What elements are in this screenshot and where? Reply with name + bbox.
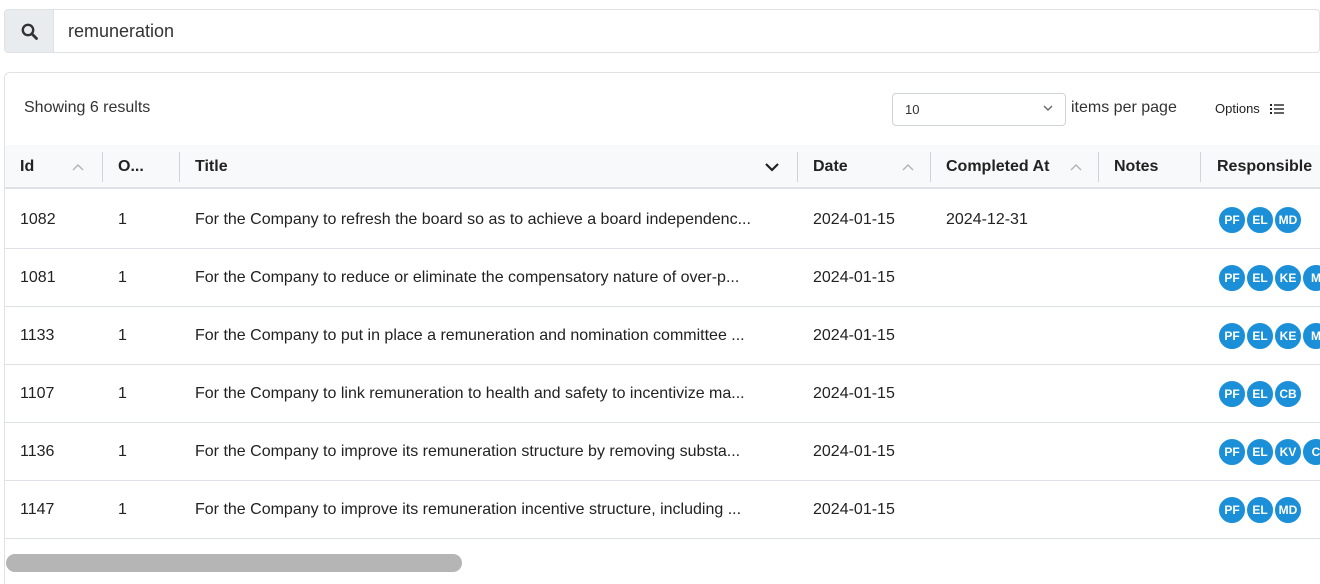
- items-per-page-label: items per page: [1071, 99, 1177, 116]
- search-bar: [4, 9, 1320, 53]
- cell-order: 1: [118, 327, 127, 344]
- avatar[interactable]: PF: [1217, 495, 1247, 525]
- column-header-title[interactable]: Title: [180, 145, 798, 189]
- cell-date: 2024-01-15: [813, 211, 895, 228]
- cell-completed-at: 2024-12-31: [946, 211, 1028, 228]
- responsible-avatars: PF EL MD: [1217, 191, 1303, 249]
- cell-order: 1: [118, 385, 127, 402]
- avatar[interactable]: EL: [1245, 263, 1275, 293]
- avatar[interactable]: EL: [1245, 379, 1275, 409]
- cell-date: 2024-01-15: [813, 501, 895, 518]
- cell-date: 2024-01-15: [813, 269, 895, 286]
- cell-title: For the Company to improve its remunerat…: [195, 443, 741, 460]
- cell-id: 1107: [20, 385, 55, 402]
- avatar[interactable]: PF: [1217, 379, 1247, 409]
- column-header-responsible[interactable]: Responsible: [1201, 145, 1320, 189]
- avatar[interactable]: KE: [1273, 263, 1303, 293]
- cell-id: 1081: [20, 269, 56, 286]
- responsible-avatars: PF EL KE M: [1217, 307, 1320, 365]
- avatar[interactable]: MD: [1273, 205, 1303, 235]
- column-header-title-label: Title: [195, 158, 228, 175]
- options-button[interactable]: Options: [1215, 101, 1284, 116]
- table-row[interactable]: 1081 1 For the Company to reduce or elimin…: [5, 249, 1320, 307]
- column-header-notes[interactable]: Notes: [1099, 145, 1201, 189]
- responsible-avatars: PF EL MD: [1217, 481, 1303, 539]
- table-row[interactable]: 1136 1 For the Company to improve its remu…: [5, 423, 1320, 481]
- avatar[interactable]: PF: [1217, 437, 1247, 467]
- responsible-avatars: PF EL CB: [1217, 365, 1303, 423]
- options-label: Options: [1215, 101, 1260, 116]
- cell-date: 2024-01-15: [813, 327, 895, 344]
- column-header-responsible-label: Responsible: [1217, 158, 1313, 175]
- results-panel: Showing 6 results 10 items per page Opti…: [4, 72, 1320, 584]
- list-icon: [1269, 103, 1284, 114]
- avatar[interactable]: M: [1301, 321, 1320, 351]
- cell-order: 1: [118, 269, 127, 286]
- avatar[interactable]: PF: [1217, 263, 1247, 293]
- sort-up-icon[interactable]: [901, 161, 915, 173]
- avatar[interactable]: EL: [1245, 437, 1275, 467]
- cell-date: 2024-01-15: [813, 385, 895, 402]
- cell-order: 1: [118, 211, 127, 228]
- column-header-id[interactable]: Id: [5, 145, 103, 189]
- column-header-completed-at-label: Completed At: [946, 158, 1050, 175]
- items-per-page-value: 10: [905, 102, 920, 117]
- cell-id: 1082: [20, 211, 56, 228]
- column-header-id-label: Id: [20, 158, 35, 175]
- avatar[interactable]: EL: [1245, 205, 1275, 235]
- cell-title: For the Company to refresh the board so …: [195, 211, 751, 228]
- avatar[interactable]: C: [1301, 437, 1320, 467]
- table-row[interactable]: 1107 1 For the Company to link remuneratio…: [5, 365, 1320, 423]
- avatar[interactable]: EL: [1245, 495, 1275, 525]
- horizontal-scrollbar[interactable]: [6, 554, 462, 572]
- responsible-avatars: PF EL KE M: [1217, 249, 1320, 307]
- column-header-date[interactable]: Date: [798, 145, 931, 189]
- cell-title: For the Company to link remuneration to …: [195, 385, 745, 402]
- cell-title: For the Company to reduce or eliminate t…: [195, 269, 740, 286]
- column-header-order-label: O...: [118, 158, 144, 175]
- cell-id: 1136: [20, 443, 55, 460]
- sort-up-icon[interactable]: [1069, 161, 1083, 173]
- search-input[interactable]: [54, 10, 1319, 52]
- search-button[interactable]: [5, 10, 54, 52]
- cell-order: 1: [118, 501, 127, 518]
- cell-title: For the Company to put in place a remune…: [195, 327, 745, 344]
- column-header-order[interactable]: O...: [103, 145, 180, 189]
- column-header-completed-at[interactable]: Completed At: [931, 145, 1099, 189]
- table-header: Id O... Title Date Completed At Notes Re…: [5, 145, 1320, 189]
- chevron-down-icon[interactable]: [764, 160, 780, 174]
- avatar[interactable]: KE: [1273, 321, 1303, 351]
- sort-up-icon[interactable]: [71, 161, 85, 173]
- column-header-date-label: Date: [813, 158, 848, 175]
- avatar[interactable]: EL: [1245, 321, 1275, 351]
- table-row[interactable]: 1147 1 For the Company to improve its remu…: [5, 481, 1320, 539]
- column-header-notes-label: Notes: [1114, 158, 1159, 175]
- avatar[interactable]: MD: [1273, 495, 1303, 525]
- results-count: Showing 6 results: [24, 99, 151, 116]
- avatar[interactable]: CB: [1273, 379, 1303, 409]
- cell-date: 2024-01-15: [813, 443, 895, 460]
- chevron-down-icon: [1043, 105, 1053, 111]
- items-per-page-select[interactable]: 10: [892, 93, 1066, 126]
- avatar[interactable]: PF: [1217, 321, 1247, 351]
- table-row[interactable]: 1133 1 For the Company to put in place a r…: [5, 307, 1320, 365]
- cell-id: 1133: [20, 327, 55, 344]
- avatar[interactable]: PF: [1217, 205, 1247, 235]
- avatar[interactable]: KV: [1273, 437, 1303, 467]
- avatar[interactable]: M: [1301, 263, 1320, 293]
- cell-id: 1147: [20, 501, 55, 518]
- search-icon: [21, 23, 38, 40]
- responsible-avatars: PF EL KV C: [1217, 423, 1320, 481]
- table-row[interactable]: 1082 1 For the Company to refresh the boar…: [5, 191, 1320, 249]
- cell-order: 1: [118, 443, 127, 460]
- cell-title: For the Company to improve its remunerat…: [195, 501, 742, 518]
